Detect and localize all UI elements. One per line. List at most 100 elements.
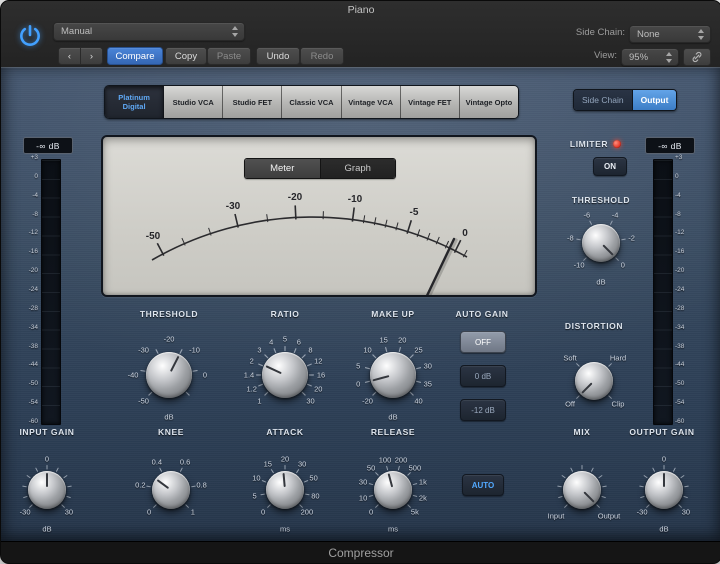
copy-button[interactable]: Copy (165, 47, 207, 65)
mix-knob[interactable] (563, 471, 601, 509)
input-gain-knob-group: 0 -30 30 dB (2, 445, 92, 535)
model-vintage-fet[interactable]: Vintage FET (401, 86, 460, 118)
tick-label: 5 (253, 492, 257, 500)
mix-knob-group: Input Output (537, 445, 627, 535)
make-up-knob[interactable] (370, 352, 416, 398)
model-studio-fet[interactable]: Studio FET (223, 86, 282, 118)
meter-scale-label: -54 (17, 400, 38, 407)
tick-label: 30 (359, 478, 367, 486)
vu-scale-label: -5 (410, 207, 419, 218)
input-gain-label: INPUT GAIN (19, 427, 74, 437)
release-knob[interactable] (374, 471, 412, 509)
link-icon (690, 50, 704, 64)
tick-label: Off (565, 400, 575, 408)
model-platinum-digital[interactable]: Platinum Digital (105, 86, 164, 118)
power-icon (17, 23, 43, 49)
ratio-label: RATIO (271, 309, 300, 319)
tick-label: 200 (395, 456, 408, 464)
tick-label: -20 (362, 397, 373, 405)
model-vintage-opto[interactable]: Vintage Opto (460, 86, 518, 118)
tick-label: 50 (367, 464, 375, 472)
tick-label: 30 (424, 362, 432, 370)
auto-release-button[interactable]: AUTO (462, 474, 504, 496)
limiter-threshold-knob[interactable] (582, 224, 620, 262)
compare-button[interactable]: Compare (107, 47, 163, 65)
output-toggle-button[interactable]: Output (633, 90, 677, 110)
tick-label: 16 (317, 371, 325, 379)
side-chain-dropdown[interactable]: None (629, 25, 711, 43)
previous-preset-button[interactable]: ‹ (58, 47, 81, 65)
next-preset-button[interactable]: › (80, 47, 103, 65)
view-zoom-value: 95% (622, 52, 648, 63)
tick-label: -10 (189, 346, 200, 354)
input-gain-knob[interactable] (28, 471, 66, 509)
tick-label: 0 (147, 508, 151, 516)
knee-label: KNEE (158, 427, 184, 437)
tick-label: 0.6 (180, 459, 190, 467)
meter-scale-label: -60 (675, 419, 697, 426)
model-studio-vca[interactable]: Studio VCA (164, 86, 223, 118)
paste-button[interactable]: Paste (207, 47, 251, 65)
distortion-label: DISTORTION (565, 321, 623, 331)
tick-label: 6 (297, 338, 301, 346)
tick-label: Input (548, 512, 565, 520)
meter-scale-label: -60 (17, 419, 38, 426)
auto-gain-0db-button[interactable]: 0 dB (460, 365, 506, 387)
meter-scale-label: +3 (17, 155, 38, 162)
vu-scale-label: -10 (348, 194, 363, 205)
compressor-panel: Platinum Digital Studio VCA Studio FET C… (1, 67, 720, 541)
knee-knob-group: 0 0.2 0.4 0.6 0.8 1 (126, 445, 216, 535)
link-button[interactable] (683, 48, 711, 66)
distortion-knob[interactable] (575, 362, 613, 400)
tab-graph[interactable]: Graph (321, 159, 396, 178)
tick-label: -40 (128, 371, 139, 379)
meter-scale-label: -20 (675, 268, 697, 275)
power-button[interactable] (13, 17, 47, 55)
auto-gain-off-button[interactable]: OFF (460, 331, 506, 353)
undo-button[interactable]: Undo (256, 47, 300, 65)
tick-label: 1.4 (244, 371, 254, 379)
tab-meter[interactable]: Meter (245, 159, 321, 178)
meter-scale-label: -16 (17, 249, 38, 256)
threshold-label: THRESHOLD (140, 309, 198, 319)
model-classic-vca[interactable]: Classic VCA (282, 86, 341, 118)
tick-label: 4 (269, 338, 273, 346)
tick-label: 30 (682, 508, 690, 516)
meter-scale-label: -20 (17, 268, 38, 275)
preset-dropdown[interactable]: Manual (53, 22, 245, 41)
threshold-knob[interactable] (146, 352, 192, 398)
meter-scale-label: -4 (17, 193, 38, 200)
model-vintage-vca[interactable]: Vintage VCA (342, 86, 401, 118)
meter-scale-label: 0 (675, 174, 697, 181)
meter-scale-label: -16 (675, 249, 697, 256)
tick-label: 25 (414, 346, 422, 354)
tick-label: 15 (264, 460, 272, 468)
meter-scale-label: -12 (675, 230, 697, 237)
side-chain-value: None (630, 29, 660, 40)
output-gain-readout: -∞ dB (645, 137, 695, 154)
tick-label: -6 (584, 212, 591, 220)
tick-label: Clip (612, 400, 625, 408)
tick-label: 100 (379, 456, 392, 464)
auto-gain-minus12db-button[interactable]: -12 dB (460, 399, 506, 421)
tick-label: ms (280, 525, 290, 533)
tick-label: 1 (257, 397, 261, 405)
attack-knob-group: 0 5 10 15 20 30 50 80 200 ms (240, 445, 330, 535)
meter-scale-label: -34 (675, 325, 697, 332)
vu-scale-label: -30 (226, 201, 241, 212)
circuit-type-selector: Platinum Digital Studio VCA Studio FET C… (104, 85, 519, 119)
side-chain-toggle-button[interactable]: Side Chain (574, 90, 633, 110)
ratio-knob[interactable] (262, 352, 308, 398)
output-gain-knob[interactable] (645, 471, 683, 509)
make-up-label: MAKE UP (371, 309, 414, 319)
view-zoom-dropdown[interactable]: 95% (621, 48, 679, 66)
tick-label: 0 (45, 455, 49, 463)
meter-scale-label: -38 (17, 344, 38, 351)
meter-scale-label: -8 (675, 212, 697, 219)
redo-button[interactable]: Redo (300, 47, 344, 65)
meter-scale-label: -34 (17, 325, 38, 332)
limiter-on-button[interactable]: ON (593, 157, 627, 176)
tick-label: -30 (637, 508, 648, 516)
attack-knob[interactable] (266, 471, 304, 509)
knee-knob[interactable] (152, 471, 190, 509)
